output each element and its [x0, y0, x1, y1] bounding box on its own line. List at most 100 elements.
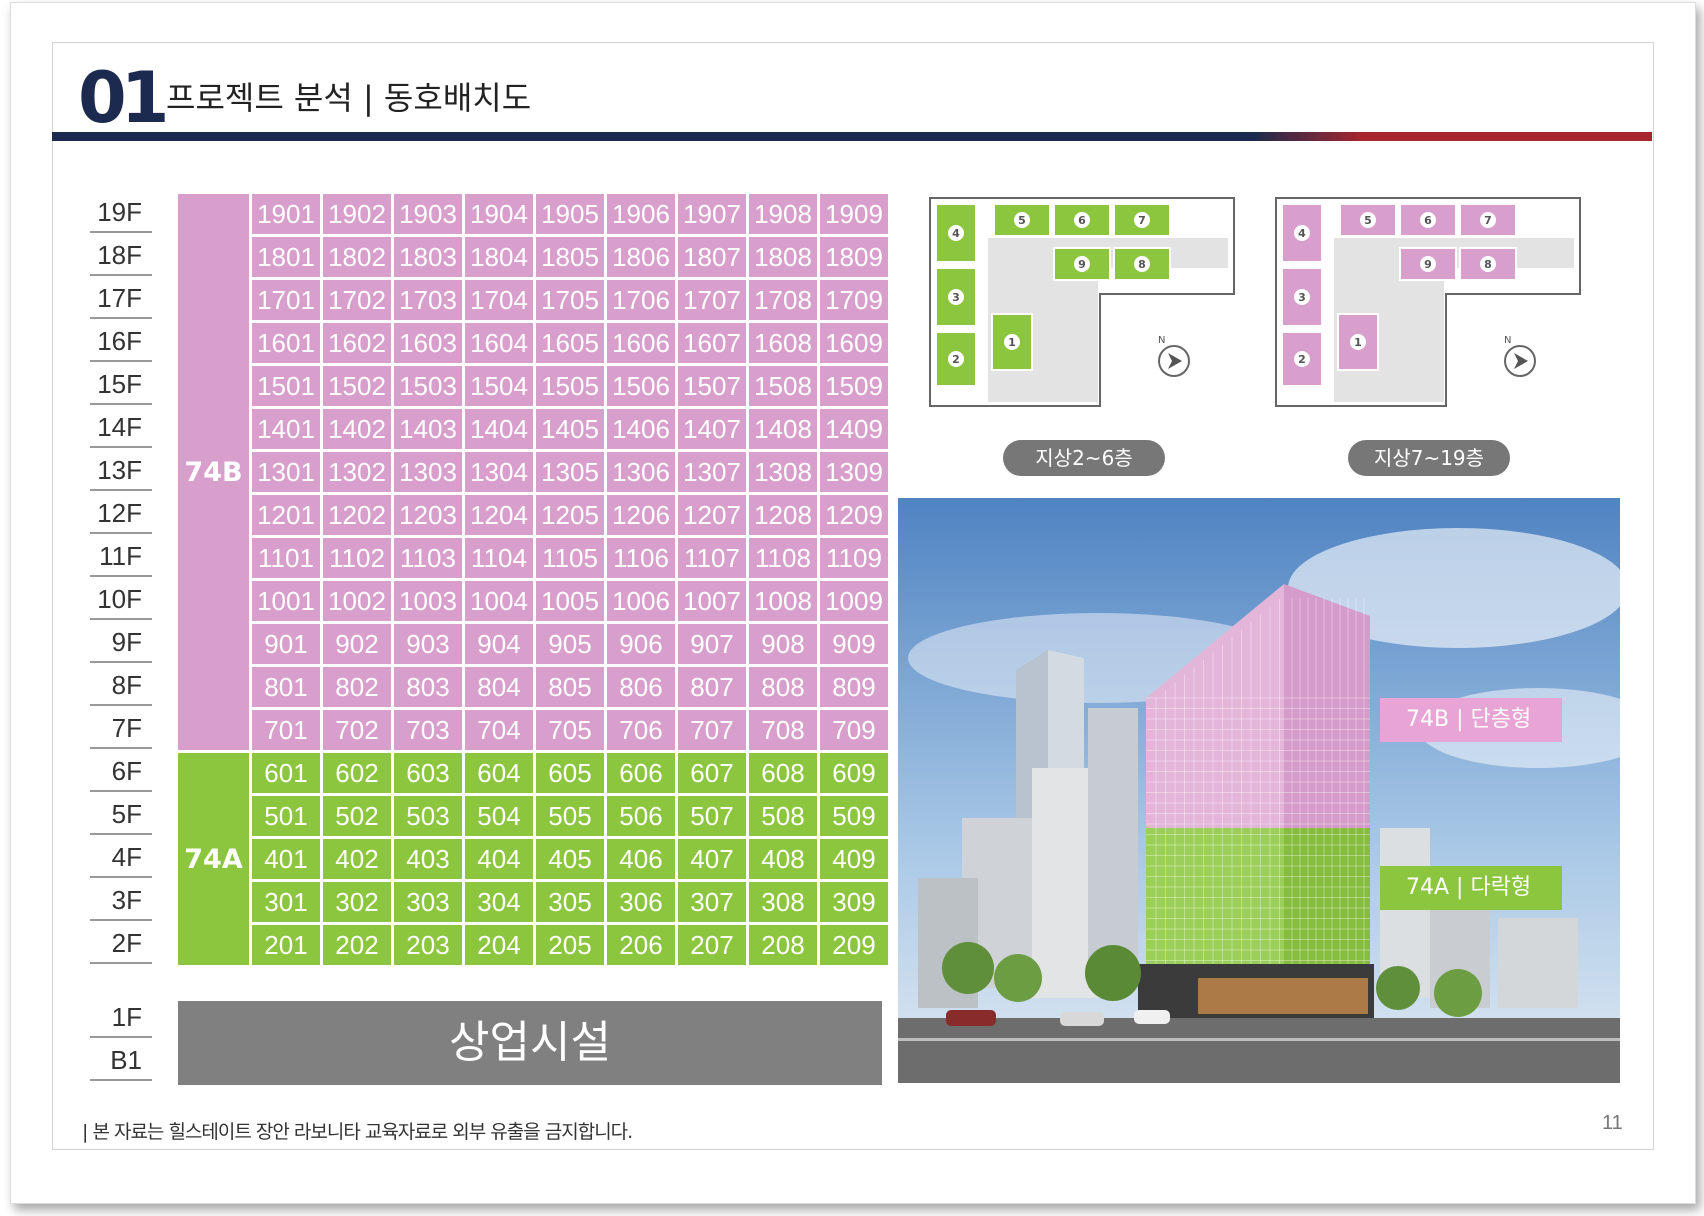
- unit-cell: 1904: [465, 194, 533, 234]
- plan-unit-number: 5: [1364, 214, 1372, 227]
- unit-cell: 1105: [536, 538, 604, 578]
- unit-cell: 1705: [536, 280, 604, 320]
- floor-label: 1F: [90, 997, 152, 1038]
- unit-cell: 703: [394, 710, 462, 750]
- unit-cell: 1201: [252, 495, 320, 535]
- unit-cell: 1604: [465, 323, 533, 363]
- unit-cell: 1801: [252, 237, 320, 277]
- unit-cell: 1205: [536, 495, 604, 535]
- unit-cell: 1009: [820, 581, 888, 621]
- unit-cell: 1403: [394, 409, 462, 449]
- unit-cell: 1308: [749, 452, 817, 492]
- unit-cell: 308: [749, 882, 817, 922]
- plan-unit-number: 1: [1008, 336, 1016, 349]
- unit-cell: 504: [465, 796, 533, 836]
- unit-cell: 1805: [536, 237, 604, 277]
- unit-cell: 1504: [465, 366, 533, 406]
- unit-cell: 709: [820, 710, 888, 750]
- unit-cell: 409: [820, 839, 888, 879]
- unit-cell: 204: [465, 925, 533, 965]
- unit-cell: 1109: [820, 538, 888, 578]
- unit-cell: 601: [252, 753, 320, 793]
- unit-cell: 701: [252, 710, 320, 750]
- unit-cell: 707: [678, 710, 746, 750]
- unit-cell: 602: [323, 753, 391, 793]
- unit-cell: 1808: [749, 237, 817, 277]
- floor-plan-2-6-drawing: 1 2 3 4 5 6 7 8 9 N: [929, 197, 1235, 407]
- unit-cell: 705: [536, 710, 604, 750]
- unit-cell: 608: [749, 753, 817, 793]
- unit-cell: 1704: [465, 280, 533, 320]
- unit-cell: 302: [323, 882, 391, 922]
- unit-cell: 207: [678, 925, 746, 965]
- unit-cell: 1406: [607, 409, 675, 449]
- unit-cell: 1001: [252, 581, 320, 621]
- unit-cell: 307: [678, 882, 746, 922]
- unit-cell: 1404: [465, 409, 533, 449]
- unit-cell: 907: [678, 624, 746, 664]
- unit-cell: 1506: [607, 366, 675, 406]
- unit-cell: 1409: [820, 409, 888, 449]
- unit-cell: 809: [820, 667, 888, 707]
- unit-type-74a: 74A: [178, 753, 249, 965]
- unit-cell: 1602: [323, 323, 391, 363]
- floor-label: 11F: [90, 536, 152, 577]
- unit-cell: 802: [323, 667, 391, 707]
- unit-cell: 1402: [323, 409, 391, 449]
- unit-cell: 1207: [678, 495, 746, 535]
- unit-cell: 1204: [465, 495, 533, 535]
- unit-cell: 1709: [820, 280, 888, 320]
- unit-cell: 1605: [536, 323, 604, 363]
- unit-cell: 1004: [465, 581, 533, 621]
- unit-cell: 404: [465, 839, 533, 879]
- unit-cell: 408: [749, 839, 817, 879]
- floor-label: 18F: [90, 235, 152, 276]
- unit-cell: 609: [820, 753, 888, 793]
- floor-label: 19F: [90, 192, 152, 233]
- unit-cell: 1502: [323, 366, 391, 406]
- plan-unit-number: 3: [1298, 291, 1306, 304]
- unit-cell: 901: [252, 624, 320, 664]
- unit-cell: 208: [749, 925, 817, 965]
- unit-cell: 1301: [252, 452, 320, 492]
- unit-cell: 1905: [536, 194, 604, 234]
- unit-cell: 503: [394, 796, 462, 836]
- unit-cell: 1806: [607, 237, 675, 277]
- unit-cell: 905: [536, 624, 604, 664]
- unit-cell: 1804: [465, 237, 533, 277]
- unit-cell: 1909: [820, 194, 888, 234]
- unit-cell: 1304: [465, 452, 533, 492]
- floor-label: 8F: [90, 665, 152, 706]
- unit-cell: 1701: [252, 280, 320, 320]
- section-number: 01: [78, 57, 169, 139]
- unit-cell: 203: [394, 925, 462, 965]
- unit-cell: 206: [607, 925, 675, 965]
- plan-unit-number: 7: [1138, 214, 1146, 227]
- plan-unit-number: 8: [1138, 258, 1146, 271]
- unit-cell: 304: [465, 882, 533, 922]
- unit-cell: 501: [252, 796, 320, 836]
- unit-cell: 1501: [252, 366, 320, 406]
- unit-cell: 1106: [607, 538, 675, 578]
- floor-label: 3F: [90, 880, 152, 921]
- floor-label: 14F: [90, 407, 152, 448]
- unit-cell: 1209: [820, 495, 888, 535]
- plan-unit-number: 6: [1078, 214, 1086, 227]
- unit-type-74b: 74B: [178, 194, 249, 750]
- floor-label: 13F: [90, 450, 152, 491]
- unit-cell: 305: [536, 882, 604, 922]
- unit-cell: 502: [323, 796, 391, 836]
- unit-cell: 702: [323, 710, 391, 750]
- unit-cell: 606: [607, 753, 675, 793]
- unit-cell: 706: [607, 710, 675, 750]
- floor-label: 7F: [90, 708, 152, 749]
- unit-cell: 209: [820, 925, 888, 965]
- unit-cell: 1208: [749, 495, 817, 535]
- plan-unit-number: 9: [1424, 258, 1432, 271]
- unit-cell: 1708: [749, 280, 817, 320]
- unit-cell: 401: [252, 839, 320, 879]
- unit-cell: 1603: [394, 323, 462, 363]
- unit-cell: 1609: [820, 323, 888, 363]
- unit-cell: 1309: [820, 452, 888, 492]
- plan-unit-number: 4: [952, 227, 960, 240]
